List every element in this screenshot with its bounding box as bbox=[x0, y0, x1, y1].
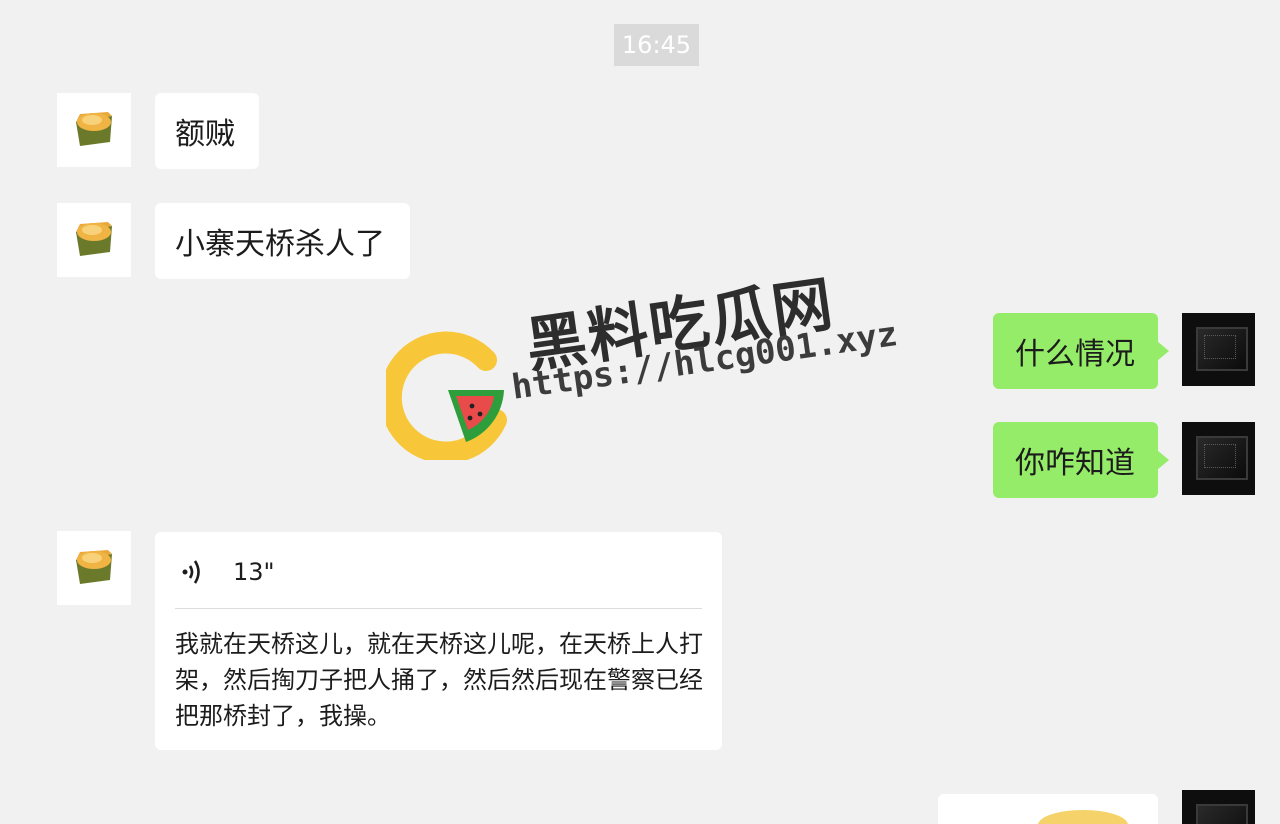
user-avatar[interactable] bbox=[1182, 422, 1255, 495]
voice-message[interactable]: 13" 我就在天桥这儿，就在天桥这儿呢，在天桥上人打架，然后掏刀子把人捅了，然后… bbox=[155, 532, 722, 750]
message-text: 小寨天桥杀人了 bbox=[175, 227, 385, 262]
watermelon-logo-icon bbox=[386, 331, 507, 460]
photo-detail bbox=[1204, 444, 1236, 468]
voice-wave-icon bbox=[182, 560, 200, 584]
incoming-message[interactable]: 小寨天桥杀人了 bbox=[155, 203, 410, 279]
voice-player[interactable]: 13" bbox=[175, 552, 275, 592]
divider bbox=[175, 608, 702, 609]
contact-avatar[interactable] bbox=[57, 93, 131, 167]
message-text: 什么情况 bbox=[1015, 337, 1135, 372]
cake-slice-icon bbox=[76, 112, 112, 146]
voice-transcript: 我就在天桥这儿，就在天桥这儿呢，在天桥上人打架，然后掏刀子把人捅了，然后然后现在… bbox=[175, 630, 703, 730]
message-text: 你咋知道 bbox=[1015, 446, 1135, 481]
image-preview bbox=[1038, 810, 1128, 824]
partial-message[interactable] bbox=[938, 794, 1158, 824]
cake-slice-icon bbox=[76, 550, 112, 584]
watermark-title: 黑料吃瓜网 bbox=[521, 269, 839, 382]
outgoing-message[interactable]: 你咋知道 bbox=[993, 422, 1169, 498]
watermark: 黑料吃瓜网 https://hlcg001.xyz bbox=[386, 269, 900, 460]
user-avatar[interactable] bbox=[1182, 790, 1255, 824]
timestamp: 16:45 bbox=[614, 24, 699, 66]
voice-duration: 13" bbox=[233, 558, 275, 586]
message-text: 额贼 bbox=[175, 117, 235, 152]
contact-avatar[interactable] bbox=[57, 203, 131, 277]
photo-detail bbox=[1204, 335, 1236, 359]
user-avatar[interactable] bbox=[1182, 313, 1255, 386]
cake-slice-icon bbox=[76, 222, 112, 256]
outgoing-message[interactable]: 什么情况 bbox=[993, 313, 1169, 389]
incoming-message[interactable]: 额贼 bbox=[155, 93, 259, 169]
contact-avatar[interactable] bbox=[57, 531, 131, 605]
watermark-url: https://hlcg001.xyz bbox=[509, 314, 900, 408]
photo-shape bbox=[1196, 804, 1248, 824]
